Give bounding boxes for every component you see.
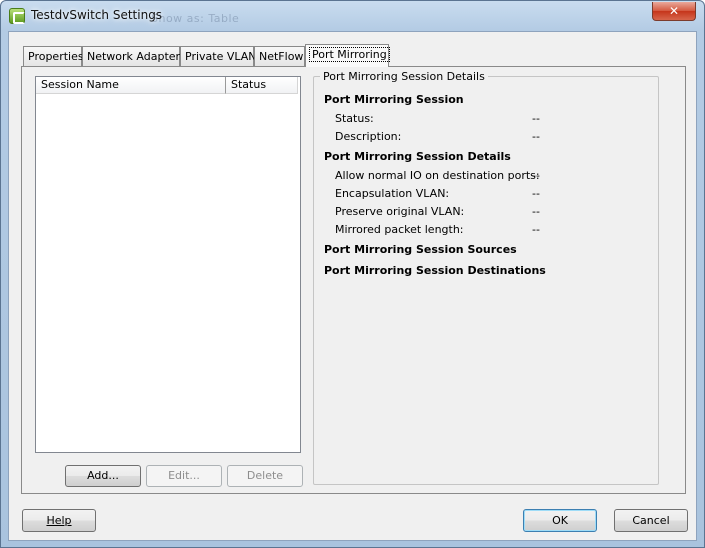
tab-properties[interactable]: Properties [23, 46, 84, 67]
tab-label: Private VLAN [185, 50, 257, 63]
session-details-group: Port Mirroring Session Details Port Mirr… [313, 70, 659, 485]
encapsulation-vlan-value: -- [532, 187, 540, 200]
window-title: TestdvSwitch Settings [31, 8, 163, 22]
close-button[interactable]: ✕ [652, 2, 696, 21]
tab-label: Properties [28, 50, 84, 63]
cancel-button[interactable]: Cancel [614, 509, 688, 532]
tab-netflow[interactable]: NetFlow [254, 46, 305, 67]
section-title-session-details: Port Mirroring Session Details [324, 150, 511, 163]
button-label: Cancel [632, 514, 670, 527]
tab-private-vlan[interactable]: Private VLAN [180, 46, 257, 67]
button-label: Add... [87, 469, 119, 482]
group-title: Port Mirroring Session Details [320, 70, 488, 83]
encapsulation-vlan-label: Encapsulation VLAN: [335, 187, 450, 200]
tab-network-adapters[interactable]: Network Adapters [82, 46, 186, 67]
allow-io-value: -- [532, 169, 540, 182]
description-label: Description: [335, 130, 402, 143]
status-label: Status: [335, 112, 374, 125]
button-label: Help [46, 514, 72, 527]
ok-button[interactable]: OK [523, 509, 597, 532]
dialog-client-area: Properties Network Adapters Private VLAN… [8, 31, 697, 541]
port-mirroring-panel: Session Name Status Add... Edit... Delet… [21, 66, 686, 494]
close-icon: ✕ [668, 4, 680, 18]
tab-port-mirroring[interactable]: Port Mirroring [305, 44, 390, 67]
packet-length-value: -- [532, 223, 540, 236]
status-value: -- [532, 112, 540, 125]
section-title-sources: Port Mirroring Session Sources [324, 243, 517, 256]
help-button[interactable]: Help [22, 509, 96, 532]
packet-length-label: Mirrored packet length: [335, 223, 464, 236]
vsphere-app-icon [9, 8, 25, 24]
column-header-session-name[interactable]: Session Name [36, 77, 226, 94]
delete-session-button[interactable]: Delete [227, 465, 303, 487]
preserve-vlan-value: -- [532, 205, 540, 218]
sessions-list-header: Session Name Status [36, 77, 300, 94]
background-ghost-text: Show as: Table [151, 12, 240, 25]
allow-io-label: Allow normal IO on destination ports: [335, 169, 540, 182]
preserve-vlan-label: Preserve original VLAN: [335, 205, 465, 218]
edit-session-button[interactable]: Edit... [146, 465, 222, 487]
description-value: -- [532, 130, 540, 143]
title-bar[interactable]: TestdvSwitch Settings Show as: Table ✕ [1, 1, 704, 31]
column-header-status[interactable]: Status [226, 77, 298, 94]
button-label: OK [552, 514, 568, 527]
tab-label: NetFlow [259, 50, 304, 63]
section-title-session: Port Mirroring Session [324, 93, 464, 106]
section-title-destinations: Port Mirroring Session Destinations [324, 264, 546, 277]
settings-window: TestdvSwitch Settings Show as: Table ✕ P… [0, 0, 705, 548]
sessions-list[interactable]: Session Name Status [35, 76, 301, 453]
add-session-button[interactable]: Add... [65, 465, 141, 487]
button-label: Edit... [168, 469, 200, 482]
tab-label: Network Adapters [87, 50, 186, 63]
button-label: Delete [246, 469, 284, 482]
tab-label: Port Mirroring [309, 47, 390, 62]
